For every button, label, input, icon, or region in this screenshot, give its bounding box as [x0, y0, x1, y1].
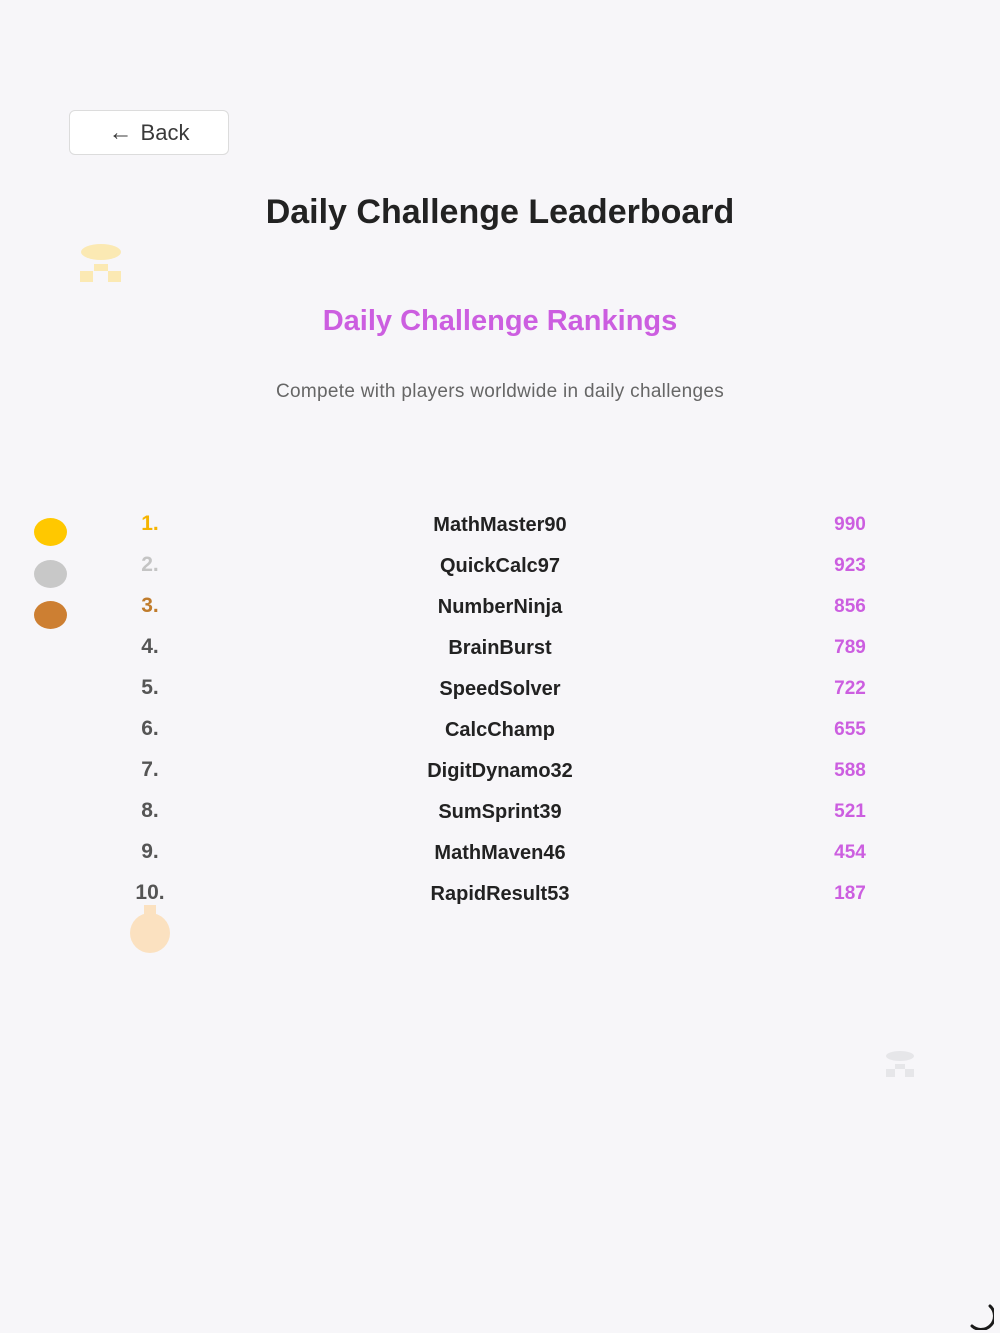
- player-name: NumberNinja: [437, 596, 563, 618]
- rank-number: 6.: [141, 717, 159, 740]
- trophy-icon: [80, 244, 121, 282]
- leaderboard-row: 1. MathMaster90 990: [0, 504, 1000, 545]
- player-name: MathMaster90: [433, 514, 567, 536]
- player-score: 588: [834, 760, 866, 781]
- player-score: 856: [834, 596, 866, 617]
- player-name: RapidResult53: [430, 883, 570, 905]
- medal-icon: [130, 905, 170, 953]
- section-title: Daily Challenge Rankings: [322, 305, 678, 337]
- leaderboard-row: 7. DigitDynamo32 588: [0, 750, 1000, 791]
- leaderboard-row: 4. BrainBurst 789: [0, 627, 1000, 668]
- spinner-icon: [970, 1304, 994, 1330]
- player-name: BrainBurst: [448, 637, 552, 659]
- leaderboard-list: 1. MathMaster90 990 2. QuickCalc97 923 3…: [0, 504, 1000, 914]
- leaderboard-row: 9. MathMaven46 454: [0, 832, 1000, 873]
- section-subtitle: Compete with players worldwide in daily …: [276, 381, 724, 402]
- rank-number: 3.: [141, 594, 159, 617]
- leaderboard-row: 8. SumSprint39 521: [0, 791, 1000, 832]
- player-score: 454: [834, 842, 866, 863]
- player-score: 789: [834, 637, 866, 658]
- player-name: SpeedSolver: [439, 678, 561, 700]
- leaderboard-row: 6. CalcChamp 655: [0, 709, 1000, 750]
- back-button-label: Back: [140, 119, 190, 145]
- player-name: QuickCalc97: [439, 555, 561, 577]
- player-score: 521: [834, 801, 866, 822]
- rank-number: 9.: [141, 840, 159, 863]
- back-arrow-icon: ←: [108, 118, 133, 146]
- rank-number: 2.: [141, 553, 159, 576]
- player-score: 722: [834, 678, 866, 699]
- rank-number: 7.: [141, 758, 159, 781]
- player-score: 990: [834, 514, 866, 535]
- page-title: Daily Challenge Leaderboard: [265, 193, 735, 231]
- player-name: MathMaven46: [434, 842, 566, 864]
- trophy-icon: [886, 1051, 914, 1077]
- rank-number: 5.: [141, 676, 159, 699]
- rank-number: 10.: [135, 881, 165, 904]
- leaderboard-row: 3. NumberNinja 856: [0, 586, 1000, 627]
- player-score: 187: [834, 883, 866, 904]
- leaderboard-row: 2. QuickCalc97 923: [0, 545, 1000, 586]
- player-name: SumSprint39: [438, 801, 562, 823]
- rank-number: 4.: [141, 635, 159, 658]
- player-name: DigitDynamo32: [427, 760, 573, 782]
- rank-number: 8.: [141, 799, 159, 822]
- rank-number: 1.: [141, 512, 159, 535]
- player-name: CalcChamp: [444, 719, 556, 741]
- back-button[interactable]: ← Back: [69, 110, 229, 155]
- leaderboard-row: 5. SpeedSolver 722: [0, 668, 1000, 709]
- player-score: 655: [834, 719, 866, 740]
- player-score: 923: [834, 555, 866, 576]
